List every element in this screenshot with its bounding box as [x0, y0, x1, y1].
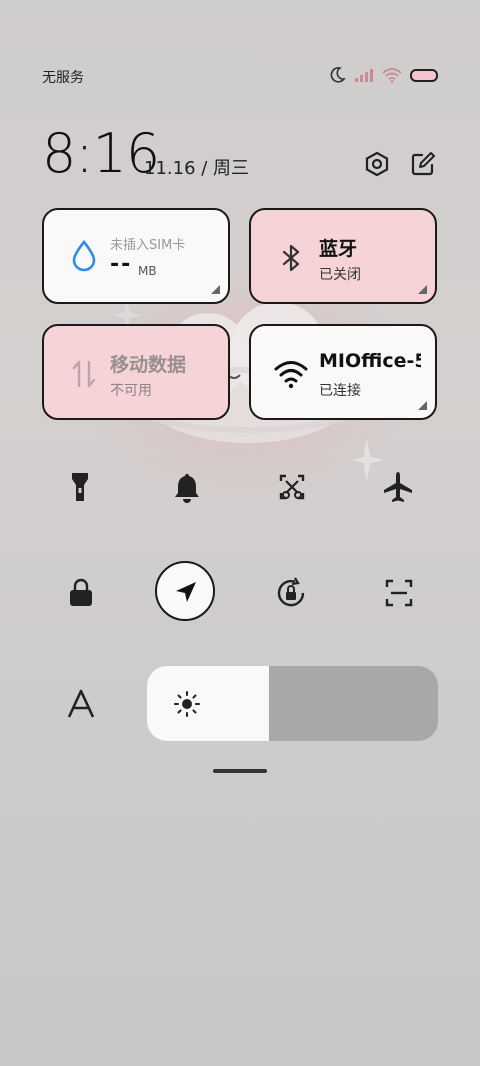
sparkle-icon [350, 438, 384, 482]
scan-icon[interactable] [381, 575, 417, 611]
location-icon [176, 582, 196, 602]
carrier-label: 无服务 [42, 70, 84, 86]
bluetooth-status: 已关闭 [319, 267, 361, 283]
rotation-lock-icon[interactable] [273, 575, 309, 611]
wifi-tile[interactable]: MIOffice-5G 已连接 [249, 324, 437, 420]
screenshot-icon[interactable] [274, 469, 310, 505]
data-usage-unit: MB [138, 264, 157, 278]
clock-date: 11.16 / 周三 [144, 158, 250, 179]
flashlight-icon[interactable] [62, 469, 98, 505]
brightness-slider[interactable] [147, 666, 438, 741]
lock-icon[interactable] [63, 575, 99, 611]
wifi-status: 已连接 [319, 383, 361, 399]
data-usage-value: -- [110, 252, 133, 277]
wifi-icon [382, 68, 402, 83]
wifi-network-name: MIOffice-5G [319, 350, 421, 372]
mobile-data-title: 移动数据 [110, 354, 187, 376]
auto-brightness-icon [174, 691, 200, 717]
expand-corner [418, 401, 427, 410]
clock-time: 8:16 [42, 122, 160, 185]
settings-icon[interactable] [363, 150, 391, 178]
panel-handle[interactable] [213, 769, 267, 773]
expand-corner [418, 285, 427, 294]
wifi-icon [274, 361, 308, 389]
font-size-icon[interactable] [63, 686, 99, 722]
bluetooth-title: 蓝牙 [319, 238, 358, 260]
mobile-data-status: 不可用 [110, 383, 152, 399]
bell-icon[interactable] [169, 469, 205, 505]
signal-icon [355, 69, 373, 82]
data-usage-tile[interactable]: 未插入SIM卡 -- MB [42, 208, 230, 304]
bluetooth-tile[interactable]: 蓝牙 已关闭 [249, 208, 437, 304]
airplane-icon[interactable] [380, 469, 416, 505]
bluetooth-icon [282, 244, 300, 272]
data-arrows-icon [72, 360, 96, 388]
status-bar: 无服务 [42, 62, 438, 90]
expand-corner [211, 285, 220, 294]
edit-icon[interactable] [409, 150, 437, 178]
sim-status-label: 未插入SIM卡 [110, 238, 186, 253]
moon-icon [330, 67, 346, 83]
mobile-data-tile[interactable]: 移动数据 不可用 [42, 324, 230, 420]
brightness-level [147, 666, 270, 741]
battery-icon [410, 68, 438, 82]
location-button[interactable] [155, 561, 215, 621]
water-drop-icon [72, 239, 96, 272]
